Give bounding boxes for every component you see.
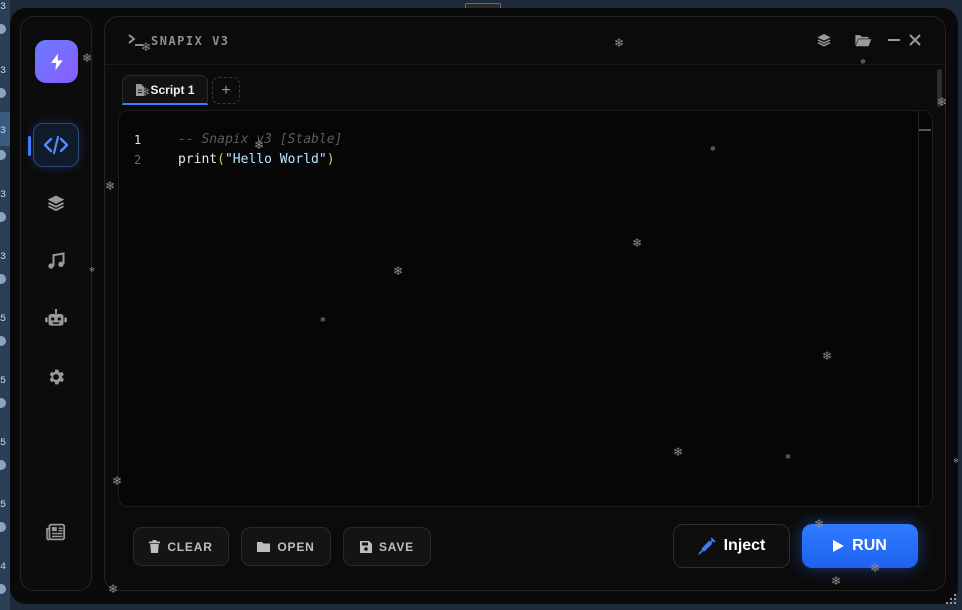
code-paren: (: [217, 152, 225, 167]
edge-dot: [0, 584, 6, 594]
snowflake-icon: ❄: [112, 474, 123, 488]
app-title: SNAPIX V3: [151, 34, 230, 48]
snowflake-icon: ❄: [105, 179, 116, 193]
floppy-icon: [360, 540, 372, 553]
snowflake-icon: ❄: [614, 36, 625, 50]
edge-number: 5: [0, 376, 7, 387]
newspaper-icon: [46, 523, 66, 541]
open-button[interactable]: OPEN: [241, 527, 331, 566]
snowflake-icon: ❄: [937, 95, 948, 109]
run-label: RUN: [852, 537, 887, 554]
sidebar-item-music[interactable]: [33, 239, 79, 283]
edge-dot: [0, 398, 6, 408]
clear-button[interactable]: CLEAR: [133, 527, 229, 566]
desktop-edge-strip: 3 3 3 3 3 5 5 5 5 4: [0, 0, 10, 610]
sidebar-item-editor[interactable]: [28, 123, 79, 167]
code-string: "Hello World": [224, 152, 327, 167]
snowflake-icon: ❄: [785, 454, 791, 461]
snowflake-icon: ❄: [393, 264, 404, 278]
snowflake-icon: ❄: [140, 85, 151, 99]
code-function: print: [178, 152, 218, 167]
snowflake-icon: ❄: [673, 445, 684, 459]
edge-dot: [0, 150, 6, 160]
edge-number: 5: [0, 500, 7, 511]
robot-icon: [45, 309, 67, 326]
edge-number: 3: [0, 66, 7, 77]
edge-dot: [0, 212, 6, 222]
snowflake-icon: ❄: [860, 59, 866, 66]
snowflake-icon: ❄: [710, 146, 716, 153]
edge-number: 5: [0, 438, 7, 449]
snowflake-icon: ❄: [831, 574, 842, 588]
edge-dot: [0, 88, 6, 98]
minimize-icon[interactable]: [887, 32, 901, 48]
tab-label: Script 1: [150, 82, 195, 97]
folder-icon: [257, 542, 271, 552]
line-number: 2: [134, 153, 142, 167]
edge-dot: [0, 522, 6, 532]
gear-icon: [49, 369, 64, 385]
active-indicator: [28, 136, 31, 156]
edge-dot: [0, 24, 6, 34]
sidebar-item-layers[interactable]: [33, 181, 79, 225]
line-number: 1: [134, 133, 142, 147]
snowflake-icon: ❄: [320, 317, 326, 324]
snowflake-icon: ❄: [108, 582, 119, 596]
tab-script-1[interactable]: Script 1: [122, 75, 208, 105]
edge-number: 3: [0, 126, 7, 137]
code-paren: ): [326, 152, 335, 167]
snowflake-icon: ❄: [141, 40, 152, 54]
edge-number: 3: [0, 2, 7, 13]
layers-icon: [47, 195, 65, 212]
sidebar-item-news[interactable]: [33, 510, 79, 554]
edge-dot: [0, 336, 6, 346]
editor-scrollbar[interactable]: [918, 111, 932, 506]
syringe-icon: [698, 537, 715, 555]
lightning-icon: [50, 53, 63, 70]
clear-label: CLEAR: [167, 539, 213, 554]
edge-number: 4: [0, 562, 7, 573]
app-logo: [35, 40, 78, 83]
music-icon: [48, 252, 65, 269]
line-gutter: 1 2: [119, 111, 161, 506]
snowflake-icon: ❄: [870, 561, 881, 575]
play-icon: [833, 540, 845, 552]
main-panel: SNAPIX V3 Script 1 + 1 2 -- Snapix v3 [S…: [104, 16, 946, 591]
snowflake-icon: ❄: [254, 138, 265, 152]
save-button[interactable]: SAVE: [343, 527, 431, 566]
close-icon[interactable]: [908, 32, 922, 48]
snowflake-icon: ❄: [82, 51, 93, 65]
inject-button[interactable]: Inject: [673, 524, 790, 568]
inject-label: Inject: [723, 537, 766, 554]
edge-number: 5: [0, 314, 7, 325]
resize-grip-icon[interactable]: [946, 594, 956, 604]
code-line-2: print("Hello World"): [178, 152, 335, 167]
add-tab-button[interactable]: +: [212, 77, 240, 104]
sidebar: [20, 16, 92, 591]
editor-scroll-thumb[interactable]: [919, 129, 931, 131]
snowflake-icon: ❄: [632, 236, 643, 250]
title-bar: SNAPIX V3: [105, 17, 945, 65]
open-label: OPEN: [277, 539, 315, 554]
snowflake-icon: ❄: [814, 517, 825, 531]
snowflake-icon: ❄: [89, 267, 95, 274]
code-icon: [44, 136, 68, 154]
save-label: SAVE: [379, 539, 414, 554]
edge-dot: [0, 274, 6, 284]
code-editor[interactable]: 1 2 -- Snapix v3 [Stable] print("Hello W…: [118, 110, 933, 507]
trash-icon: [149, 540, 161, 553]
sidebar-item-robot[interactable]: [33, 297, 79, 341]
layers-icon[interactable]: [816, 32, 832, 48]
sidebar-item-settings[interactable]: [33, 355, 79, 399]
edge-number: 3: [0, 252, 7, 263]
snowflake-icon: ❄: [822, 349, 833, 363]
folder-open-icon[interactable]: [854, 32, 872, 48]
edge-dot: [0, 460, 6, 470]
snowflake-icon: ❄: [953, 458, 959, 465]
edge-number: 3: [0, 190, 7, 201]
